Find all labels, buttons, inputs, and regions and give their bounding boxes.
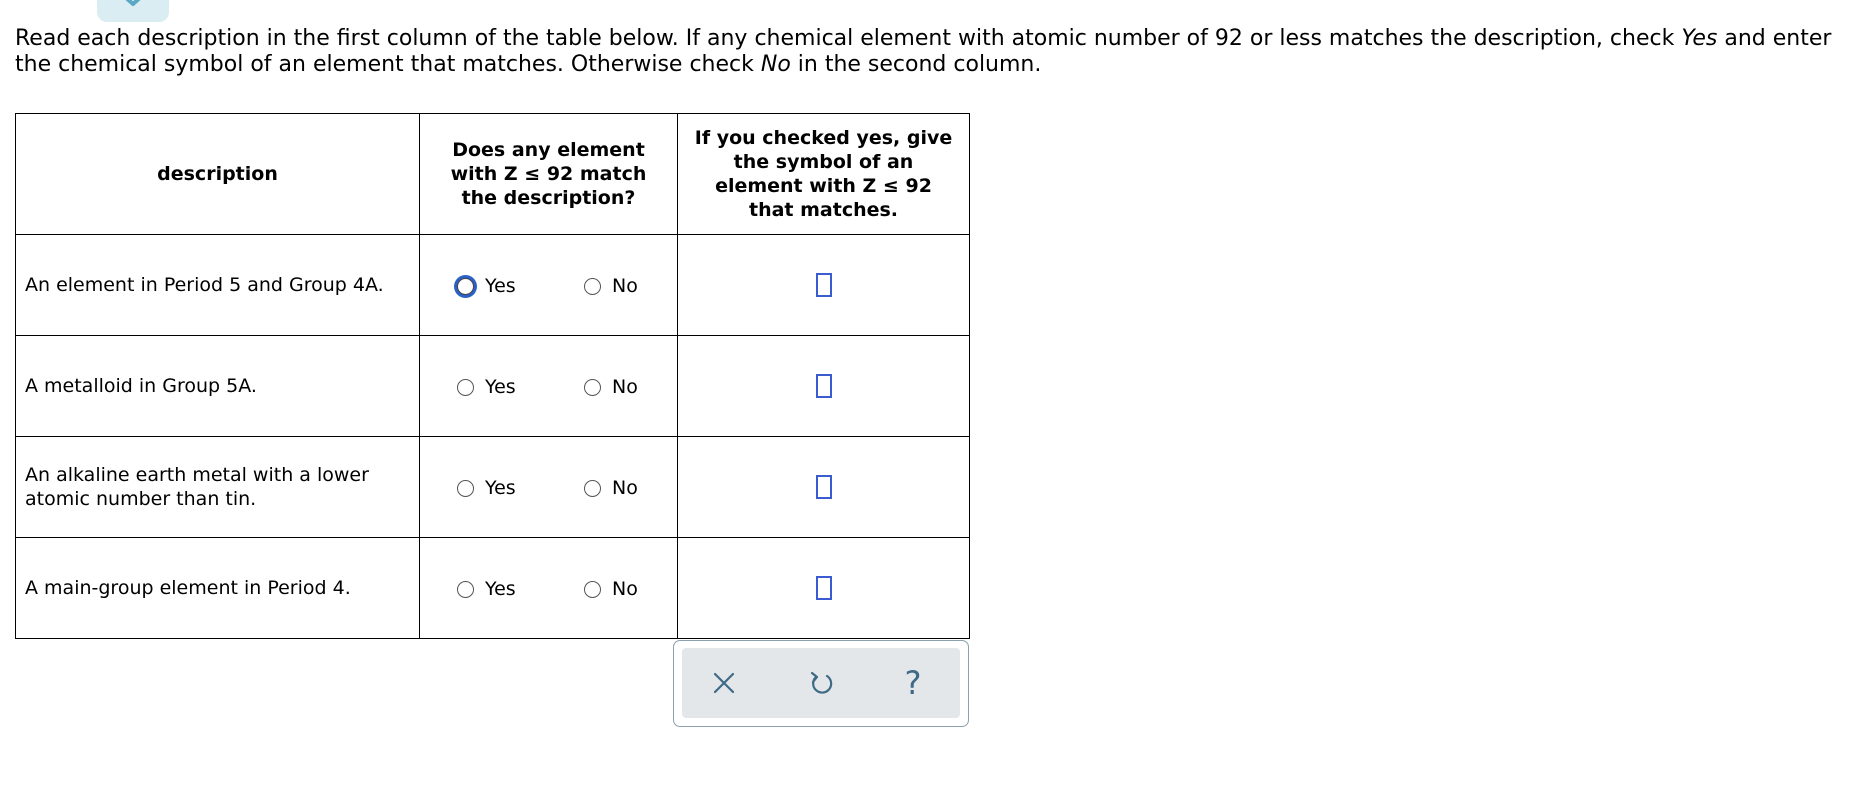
no-radio[interactable] — [584, 277, 601, 295]
toolbar-panel: ? — [682, 648, 960, 718]
yes-label: Yes — [485, 376, 516, 398]
match-cell: Yes No — [419, 335, 678, 437]
header-symbol: If you checked yes, give the symbol of a… — [677, 113, 970, 235]
undo-button[interactable] — [803, 665, 839, 701]
yes-label: Yes — [485, 578, 516, 600]
row-description: An alkaline earth metal with a lower ato… — [15, 436, 420, 538]
table-row: A metalloid in Group 5A. Yes No — [15, 335, 970, 437]
yes-radio-option[interactable]: Yes — [457, 477, 516, 499]
yes-radio-option[interactable]: Yes — [457, 578, 516, 600]
symbol-cell — [677, 234, 970, 336]
yes-label: Yes — [485, 275, 516, 297]
no-emphasis: No — [760, 52, 791, 77]
table-row: An alkaline earth metal with a lower ato… — [15, 436, 970, 538]
help-button[interactable]: ? — [895, 665, 931, 701]
yes-radio[interactable] — [457, 378, 474, 396]
undo-icon — [810, 671, 833, 694]
symbol-input[interactable] — [815, 374, 832, 398]
row-description: A main-group element in Period 4. — [15, 537, 420, 639]
no-label: No — [612, 275, 638, 297]
no-radio[interactable] — [584, 378, 601, 396]
header-match: Does any element with Z ≤ 92 match the d… — [419, 113, 678, 235]
no-radio-option[interactable]: No — [584, 275, 638, 297]
no-label: No — [612, 477, 638, 499]
symbol-cell — [677, 335, 970, 437]
yes-radio[interactable] — [457, 580, 474, 598]
x-icon — [713, 672, 735, 694]
no-radio[interactable] — [584, 580, 601, 598]
question-table: description Does any element with Z ≤ 92… — [15, 113, 970, 639]
symbol-cell — [677, 436, 970, 538]
table-row: An element in Period 5 and Group 4A. Yes… — [15, 234, 970, 336]
no-radio-option[interactable]: No — [584, 477, 638, 499]
yes-radio[interactable] — [457, 277, 474, 295]
match-cell: Yes No — [419, 234, 678, 336]
yes-emphasis: Yes — [1681, 26, 1718, 51]
no-radio-option[interactable]: No — [584, 376, 638, 398]
yes-radio-option[interactable]: Yes — [457, 275, 516, 297]
instructions-text: Read each description in the first colum… — [15, 26, 1832, 77]
match-cell: Yes No — [419, 436, 678, 538]
symbol-input[interactable] — [815, 273, 832, 297]
row-description: A metalloid in Group 5A. — [15, 335, 420, 437]
header-description: description — [15, 113, 420, 235]
symbol-cell — [677, 537, 970, 639]
no-label: No — [612, 578, 638, 600]
clear-button[interactable] — [706, 665, 742, 701]
no-radio[interactable] — [584, 479, 601, 497]
match-cell: Yes No — [419, 537, 678, 639]
table-row: A main-group element in Period 4. Yes No — [15, 537, 970, 639]
no-label: No — [612, 376, 638, 398]
no-radio-option[interactable]: No — [584, 578, 638, 600]
yes-radio-option[interactable]: Yes — [457, 376, 516, 398]
symbol-input[interactable] — [815, 475, 832, 499]
yes-label: Yes — [485, 477, 516, 499]
chevron-down-icon — [125, 0, 141, 6]
symbol-input[interactable] — [815, 576, 832, 600]
row-description: An element in Period 5 and Group 4A. — [15, 234, 420, 336]
help-icon: ? — [904, 664, 922, 702]
collapse-tab[interactable] — [97, 0, 169, 22]
yes-radio[interactable] — [457, 479, 474, 497]
answer-toolbar: ? — [673, 640, 969, 727]
